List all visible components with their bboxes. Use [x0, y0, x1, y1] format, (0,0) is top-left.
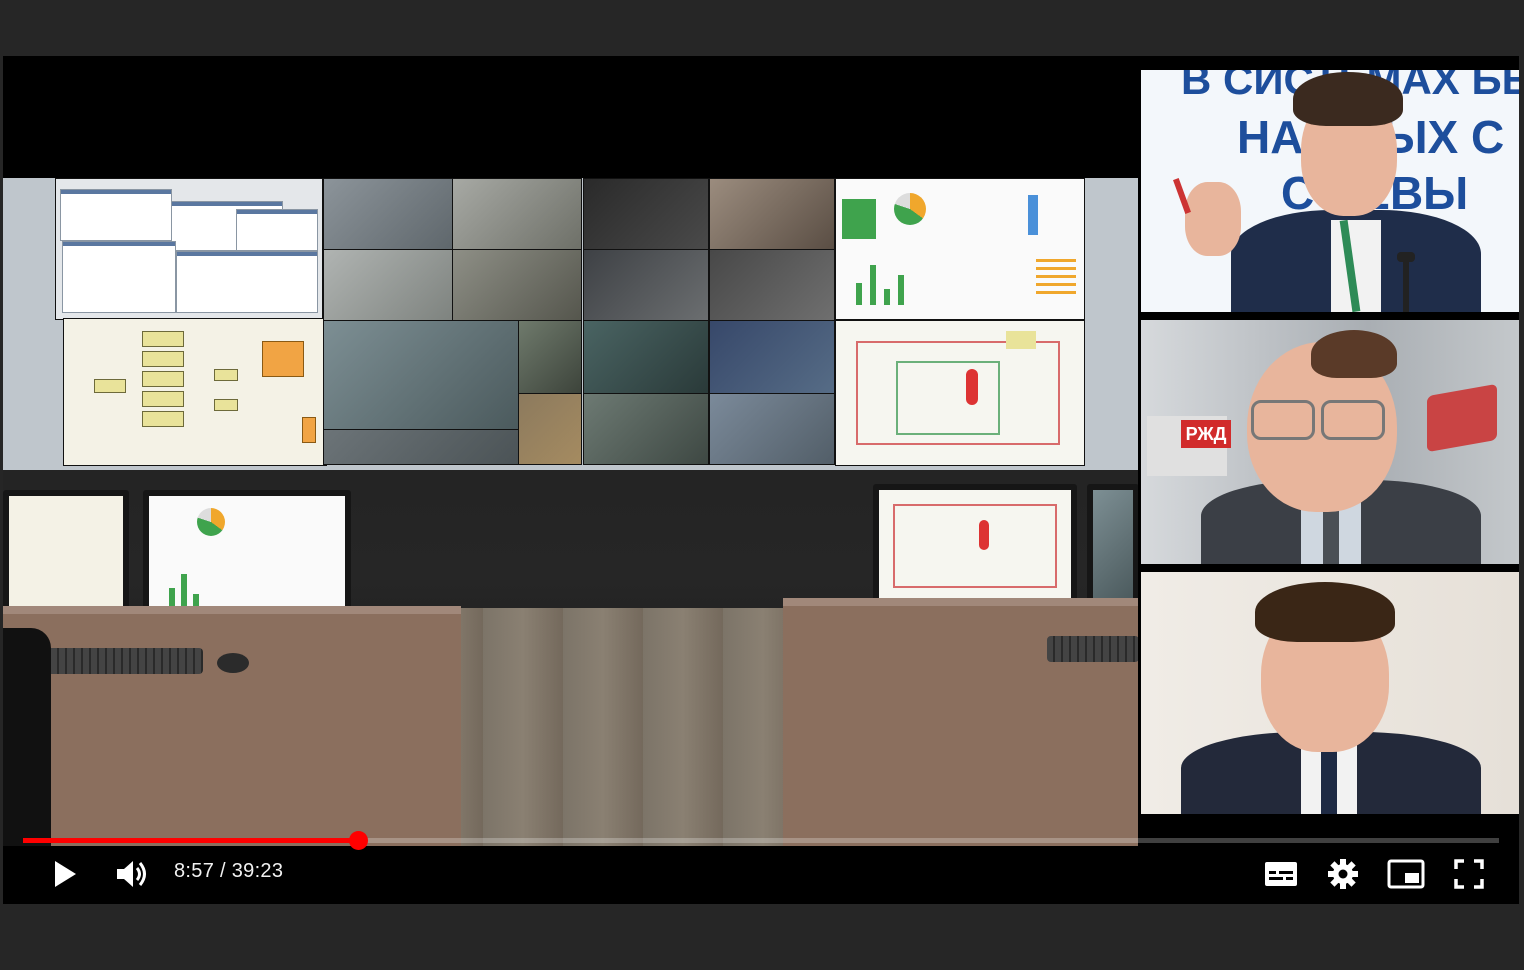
mouse — [217, 653, 249, 673]
video-wall — [3, 178, 1138, 470]
wall-screen-mes — [55, 178, 323, 320]
camera-feed — [323, 320, 519, 430]
speaker-photo-2: РЖД — [1141, 320, 1519, 564]
desk-monitor — [143, 490, 351, 618]
wall-screen-schematic — [835, 320, 1085, 466]
speaker-photo-3 — [1141, 572, 1519, 814]
camera-feed — [518, 393, 582, 465]
progress-bar[interactable] — [23, 831, 1499, 850]
speaker-panels: В СИСТЕМАХ БЕЗ НА ПНЫХ С С ЛЕВЫ РЖД — [1141, 70, 1519, 830]
sign-logo: РЖД — [1181, 420, 1231, 448]
time-separator: / — [214, 860, 232, 882]
progress-scrubber[interactable] — [349, 831, 369, 850]
camera-feed — [323, 178, 453, 250]
camera-feed — [323, 249, 453, 321]
subtitles-icon — [1265, 862, 1297, 886]
fullscreen-icon — [1454, 859, 1484, 889]
video-frame[interactable] — [3, 178, 1138, 846]
fullscreen-button[interactable] — [1449, 856, 1489, 892]
speaker-hand — [1185, 182, 1241, 256]
play-button[interactable] — [47, 856, 83, 892]
duration: 39:23 — [231, 860, 284, 882]
time-display: 8:57 / 39:23 — [174, 860, 283, 883]
keyboard — [43, 648, 203, 674]
camera-feed — [583, 320, 709, 394]
subtitles-button[interactable] — [1261, 856, 1301, 892]
camera-feed — [323, 429, 519, 465]
camera-feed — [518, 320, 582, 394]
mute-button[interactable] — [113, 856, 153, 892]
camera-feed — [709, 393, 835, 465]
wall-screen-diagram — [63, 318, 327, 466]
camera-feed — [709, 249, 835, 321]
camera-feed — [583, 178, 709, 250]
desk-monitor — [873, 484, 1077, 610]
video-player[interactable]: В СИСТЕМАХ БЕЗ НА ПНЫХ С С ЛЕВЫ РЖД — [3, 56, 1519, 904]
desk-monitor — [1087, 484, 1138, 610]
camera-feed — [709, 178, 835, 250]
gear-icon — [1328, 859, 1358, 889]
camera-feed — [452, 178, 582, 250]
desk-left — [3, 606, 461, 846]
camera-feed — [452, 249, 582, 321]
keyboard — [1047, 636, 1138, 662]
camera-feed — [709, 320, 835, 394]
progress-fill — [23, 838, 359, 843]
wall-screen-dashboard — [835, 178, 1085, 320]
settings-button[interactable] — [1323, 856, 1363, 892]
play-icon — [55, 861, 76, 887]
speaker-photo-1: В СИСТЕМАХ БЕЗ НА ПНЫХ С С ЛЕВЫ — [1141, 70, 1519, 312]
camera-feed — [583, 393, 709, 465]
volume-icon — [117, 861, 146, 887]
office-chair — [3, 628, 51, 846]
camera-feed — [583, 249, 709, 321]
miniplayer-button[interactable] — [1385, 856, 1427, 892]
current-time: 8:57 — [174, 860, 215, 882]
miniplayer-icon — [1387, 859, 1425, 889]
desk-monitor — [3, 490, 129, 618]
